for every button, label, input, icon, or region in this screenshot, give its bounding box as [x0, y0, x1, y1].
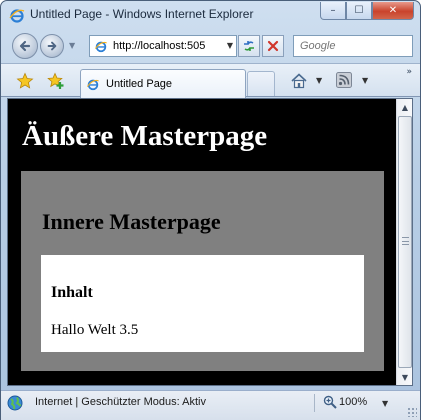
- status-zone-text: Internet | Geschützter Modus: Aktiv: [35, 396, 206, 408]
- recent-pages-dropdown[interactable]: ▼: [69, 41, 75, 50]
- address-bar[interactable]: http://localhost:505 ▼: [89, 35, 237, 57]
- outer-masterpage: Äußere Masterpage Innere Masterpage Inha…: [8, 99, 396, 385]
- tab-bar: Untitled Page ▼ ▼ »: [1, 63, 420, 98]
- zoom-level[interactable]: 100%: [339, 396, 367, 408]
- refresh-icon: [244, 41, 254, 51]
- content-text: Hallo Welt 3.5: [51, 322, 139, 338]
- close-button[interactable]: ✕: [372, 2, 414, 20]
- ie-page-icon: [94, 41, 107, 53]
- search-input[interactable]: [300, 40, 408, 52]
- new-tab-button[interactable]: [247, 71, 275, 96]
- scroll-up-arrow-icon[interactable]: ▲: [398, 99, 412, 115]
- page-viewport: Äußere Masterpage Innere Masterpage Inha…: [7, 98, 413, 386]
- back-arrow-icon: [19, 40, 31, 52]
- resize-grip[interactable]: [407, 407, 417, 417]
- minimize-button[interactable]: –: [320, 2, 346, 20]
- outer-masterpage-heading: Äußere Masterpage: [22, 120, 268, 152]
- internet-globe-icon: [7, 395, 23, 411]
- ie-page-icon: [86, 79, 99, 91]
- navigation-bar: ▼ http://localhost:505 ▼: [1, 29, 420, 63]
- zoom-icon[interactable]: [323, 395, 337, 409]
- feeds-icon[interactable]: [336, 72, 352, 88]
- content-area: Inhalt Hallo Welt 3.5: [41, 255, 364, 352]
- home-icon[interactable]: [290, 72, 308, 90]
- inner-masterpage: Innere Masterpage Inhalt Hallo Welt 3.5: [21, 171, 384, 371]
- stop-icon: [267, 40, 279, 52]
- tab-label: Untitled Page: [106, 78, 173, 90]
- forward-button[interactable]: [40, 34, 64, 58]
- title-bar: Untitled Page - Windows Internet Explore…: [1, 1, 420, 29]
- vertical-scrollbar[interactable]: ▲ ▼: [396, 99, 412, 385]
- status-divider: [314, 394, 315, 412]
- refresh-button[interactable]: [238, 35, 260, 57]
- scrollbar-thumb[interactable]: [398, 116, 412, 368]
- ie-logo-icon: [9, 9, 25, 23]
- forward-arrow-icon: [47, 41, 57, 51]
- content-heading: Inhalt: [51, 284, 93, 301]
- feeds-dropdown-icon[interactable]: ▼: [362, 76, 368, 85]
- stop-button[interactable]: [262, 35, 284, 57]
- inner-masterpage-heading: Innere Masterpage: [42, 209, 221, 234]
- add-to-favorites-icon[interactable]: [47, 72, 65, 90]
- address-dropdown-icon[interactable]: ▼: [227, 41, 233, 50]
- address-input[interactable]: http://localhost:505: [113, 40, 213, 52]
- zoom-dropdown-icon[interactable]: ▼: [382, 399, 388, 408]
- home-dropdown-icon[interactable]: ▼: [316, 76, 322, 85]
- favorites-star-icon[interactable]: [16, 72, 34, 90]
- window-controls: – ☐ ✕: [320, 2, 414, 20]
- browser-window: Untitled Page - Windows Internet Explore…: [0, 0, 421, 420]
- scroll-down-arrow-icon[interactable]: ▼: [398, 369, 412, 385]
- scrollbar-grip: [402, 237, 409, 245]
- maximize-button[interactable]: ☐: [346, 2, 372, 20]
- back-button[interactable]: [12, 33, 38, 59]
- status-bar: Internet | Geschützter Modus: Aktiv 100%…: [1, 390, 420, 420]
- window-title: Untitled Page - Windows Internet Explore…: [30, 7, 254, 21]
- tab-untitled-page[interactable]: Untitled Page: [80, 69, 246, 98]
- more-commands-chevron-icon[interactable]: »: [406, 67, 412, 77]
- search-box[interactable]: [293, 35, 413, 57]
